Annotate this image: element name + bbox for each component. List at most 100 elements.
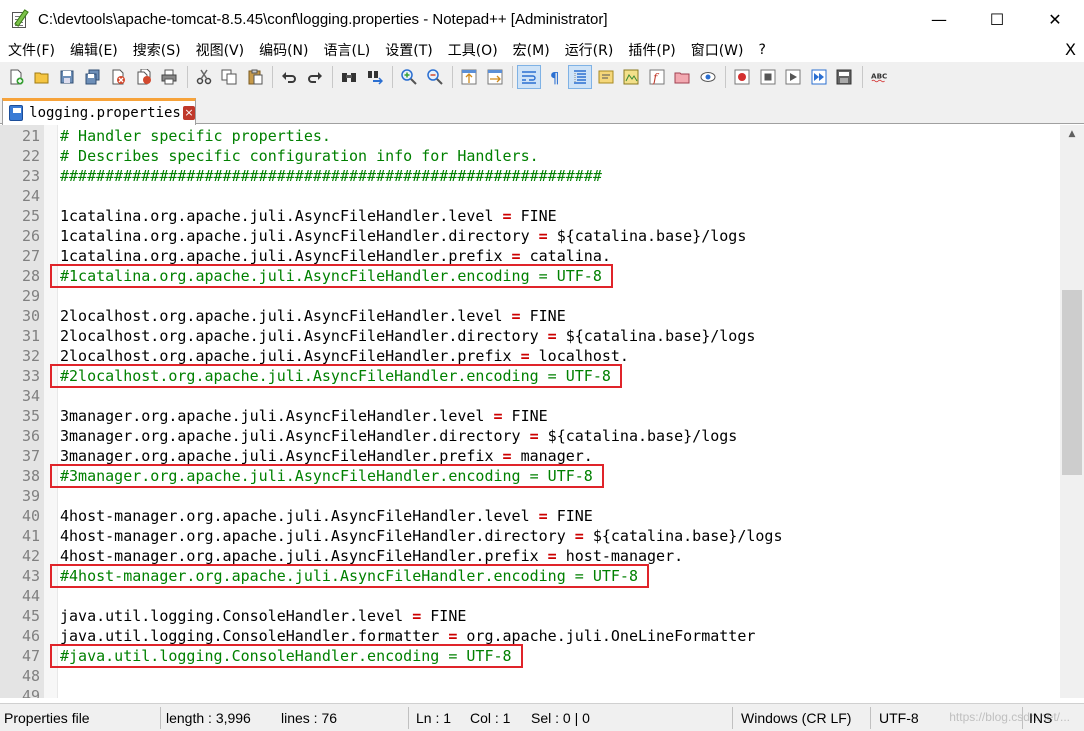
line-number: 27	[21, 247, 40, 265]
toolbar-separator	[186, 66, 188, 88]
find-button[interactable]	[337, 65, 361, 89]
assignment-operator: =	[574, 527, 584, 545]
property-line: 1catalina.org.apache.juli.AsyncFileHandl…	[60, 246, 611, 266]
property-key: 4host-manager.org.apache.juli.AsyncFileH…	[60, 547, 539, 565]
print-button[interactable]	[157, 65, 181, 89]
highlight-box	[50, 364, 622, 388]
line-number: 42	[21, 547, 40, 565]
line-number: 36	[21, 427, 40, 445]
toolbar-separator	[272, 66, 273, 88]
close-window-button[interactable]: ✕	[1026, 0, 1084, 38]
sync-vertical-button[interactable]	[457, 65, 481, 89]
copy-button[interactable]	[217, 65, 241, 89]
menu-item-9[interactable]: 运行(R)	[557, 40, 621, 60]
menu-item-5[interactable]: 语言(L)	[316, 40, 378, 60]
user-language-button[interactable]	[594, 65, 618, 89]
code-line: 40 4host-manager.org.apache.juli.AsyncFil…	[0, 506, 1060, 526]
menu-item-7[interactable]: 工具(O)	[440, 40, 505, 60]
status-file-type: Properties file	[4, 710, 90, 726]
sync-horizontal-button[interactable]	[483, 65, 507, 89]
status-bar: Properties file length : 3,996 lines : 7…	[0, 703, 1084, 731]
property-line: 4host-manager.org.apache.juli.AsyncFileH…	[60, 546, 683, 566]
minimize-button[interactable]: —	[910, 0, 968, 38]
run-macro-multiple-button[interactable]	[807, 65, 831, 89]
new-file-icon	[8, 69, 24, 85]
print-icon	[161, 69, 177, 85]
scrollbar-thumb[interactable]	[1062, 290, 1082, 475]
code-line: 49	[0, 686, 1060, 698]
zoom-in-button[interactable]	[397, 65, 421, 89]
property-line: 4host-manager.org.apache.juli.AsyncFileH…	[60, 506, 593, 526]
tab-logging-properties[interactable]: logging.properties ×	[2, 98, 196, 125]
code-line: 25 1catalina.org.apache.juli.AsyncFileHan…	[0, 206, 1060, 226]
toolbar-separator	[332, 66, 333, 88]
property-key: 2localhost.org.apache.juli.AsyncFileHand…	[60, 347, 512, 365]
paste-button[interactable]	[243, 65, 267, 89]
menu-item-11[interactable]: 窗口(W)	[683, 40, 751, 60]
doc-map-button[interactable]	[619, 65, 643, 89]
undo-button[interactable]	[277, 65, 301, 89]
close-document-button[interactable]: X	[1065, 40, 1076, 59]
word-wrap-button[interactable]	[517, 65, 541, 89]
property-value: localhost.	[538, 347, 629, 365]
function-list-button[interactable]: f	[645, 65, 669, 89]
copy-icon	[221, 69, 237, 85]
line-number: 28	[21, 267, 40, 285]
monitoring-button[interactable]	[696, 65, 720, 89]
replace-button[interactable]	[363, 65, 387, 89]
property-line: 4host-manager.org.apache.juli.AsyncFileH…	[60, 526, 782, 546]
zoom-out-button[interactable]	[423, 65, 447, 89]
toolbar-separator	[392, 66, 393, 88]
indent-guide-icon	[572, 69, 588, 85]
save-all-button[interactable]	[81, 65, 105, 89]
vertical-scrollbar[interactable]: ▲	[1060, 125, 1084, 698]
maximize-button[interactable]: ☐	[968, 0, 1026, 38]
status-eol[interactable]: Windows (CR LF)	[741, 704, 851, 731]
folder-workspace-button[interactable]	[670, 65, 694, 89]
save-macro-icon	[836, 69, 852, 85]
menu-item-2[interactable]: 搜索(S)	[125, 40, 188, 60]
property-line: 1catalina.org.apache.juli.AsyncFileHandl…	[60, 206, 557, 226]
record-macro-button[interactable]	[730, 65, 754, 89]
save-button[interactable]	[55, 65, 79, 89]
assignment-operator: =	[511, 247, 521, 265]
menu-item-8[interactable]: 宏(M)	[505, 40, 557, 60]
open-file-button[interactable]	[30, 65, 54, 89]
line-number: 48	[21, 667, 40, 685]
folder-workspace-icon	[674, 69, 690, 85]
new-file-button[interactable]	[4, 65, 28, 89]
status-encoding[interactable]: UTF-8	[879, 704, 919, 731]
menu-item-6[interactable]: 设置(T)	[377, 40, 439, 60]
property-value: catalina.	[529, 247, 611, 265]
line-number: 43	[21, 567, 40, 585]
code-line: 28 #1catalina.org.apache.juli.AsyncFileHa…	[0, 264, 1060, 288]
menu-item-1[interactable]: 编辑(E)	[62, 40, 125, 60]
close-button[interactable]	[106, 65, 130, 89]
tab-bar: logging.properties ×	[0, 92, 1084, 125]
scroll-up-icon[interactable]: ▲	[1060, 125, 1084, 143]
assignment-operator: =	[529, 427, 539, 445]
menu-item-12[interactable]: ?	[751, 42, 773, 58]
menu-item-0[interactable]: 文件(F)	[0, 40, 62, 60]
code-line: 26 1catalina.org.apache.juli.AsyncFileHan…	[0, 226, 1060, 246]
spell-check-button[interactable]: ABC	[867, 65, 891, 89]
editor[interactable]: 21 # Handler specific properties. 22 # Desc…	[0, 125, 1084, 698]
menu-item-10[interactable]: 插件(P)	[620, 40, 682, 60]
code-line: 48	[0, 666, 1060, 686]
property-key: 3manager.org.apache.juli.AsyncFileHandle…	[60, 447, 494, 465]
play-macro-button[interactable]	[781, 65, 805, 89]
status-insert-mode[interactable]: INS	[1029, 704, 1052, 731]
close-all-button[interactable]	[132, 65, 156, 89]
menu-item-3[interactable]: 视图(V)	[188, 40, 252, 60]
code-line: 22 # Describes specific configuration inf…	[0, 146, 1060, 166]
save-macro-button[interactable]	[832, 65, 856, 89]
cut-button[interactable]	[192, 65, 216, 89]
menu-item-4[interactable]: 编码(N)	[251, 40, 315, 60]
code-line: 45 java.util.logging.ConsoleHandler.level…	[0, 606, 1060, 626]
stop-macro-button[interactable]	[756, 65, 780, 89]
cut-icon	[196, 69, 212, 85]
tab-close-icon[interactable]: ×	[182, 106, 195, 120]
redo-button[interactable]	[303, 65, 327, 89]
indent-guide-button[interactable]	[568, 65, 592, 89]
show-all-chars-button[interactable]: ¶	[543, 65, 567, 89]
